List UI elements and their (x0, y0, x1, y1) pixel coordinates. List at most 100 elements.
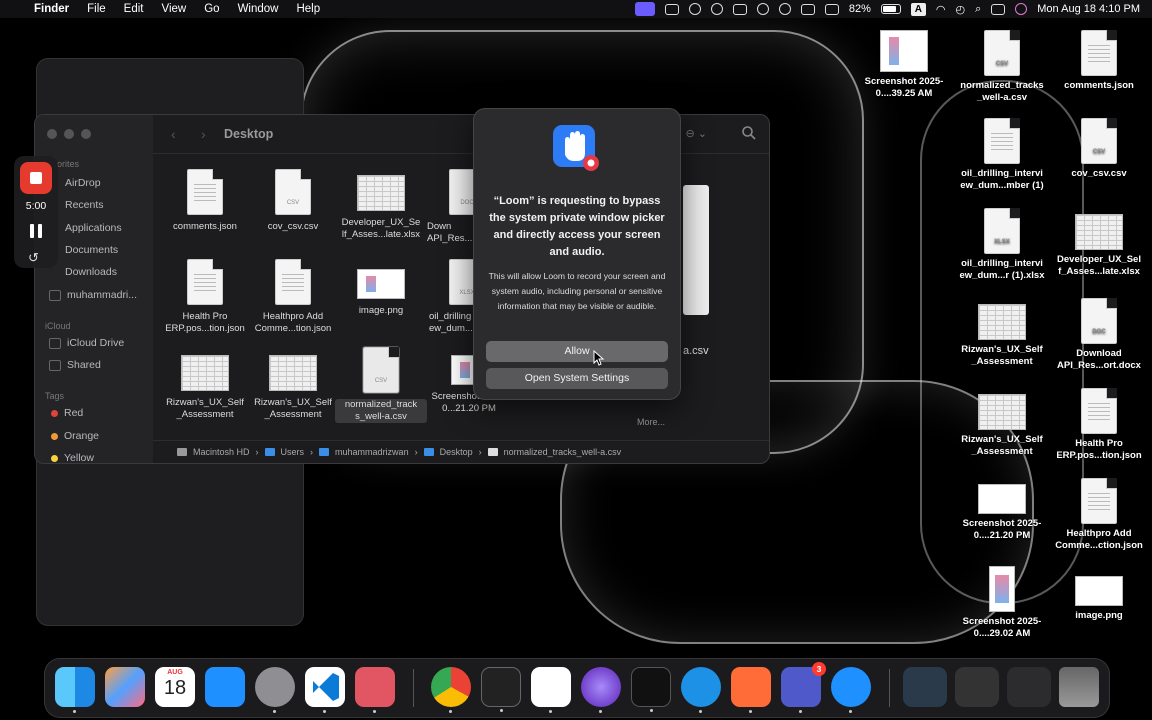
file-item[interactable]: Developer_UX_Se lf_Asses...late.xlsx (335, 175, 427, 241)
search-icon[interactable] (741, 125, 757, 141)
sidebar-item-documents[interactable]: Documents (65, 244, 118, 256)
desktop-icon[interactable]: Screenshot 2025-0....39.25 AM (854, 30, 954, 100)
file-item[interactable]: image.png (335, 269, 427, 317)
file-item[interactable]: Rizwan's_UX_Self _Assessment (159, 355, 251, 421)
launchpad-icon[interactable] (105, 667, 145, 707)
desktop-icon[interactable]: CSV cov_csv.csv (1049, 118, 1149, 180)
sidebar-item-icloud-drive[interactable]: iCloud Drive (49, 337, 124, 349)
vscode-icon[interactable] (305, 667, 345, 713)
minimized-window-thumbnail[interactable] (903, 667, 947, 707)
memory-status-icon[interactable] (824, 3, 839, 15)
menu-clock[interactable]: Mon Aug 18 4:10 PM (1037, 3, 1140, 15)
finder-icon[interactable] (55, 667, 95, 713)
menu-view[interactable]: View (162, 3, 187, 15)
minimized-window-thumbnail[interactable] (955, 667, 999, 707)
chrome-icon[interactable] (431, 667, 471, 713)
chatgpt-icon[interactable] (631, 667, 671, 712)
menu-window[interactable]: Window (238, 3, 279, 15)
input-source[interactable]: A (910, 2, 926, 16)
wifi-icon[interactable]: ◠ (936, 3, 946, 16)
siri-icon[interactable] (1015, 3, 1028, 15)
desktop-icon[interactable]: Rizwan's_UX_Self _Assessment (952, 304, 1052, 368)
open-system-settings-button[interactable]: Open System Settings (486, 368, 668, 389)
sidebar-tag-yellow[interactable]: Yellow (51, 452, 94, 463)
file-item[interactable]: Healthpro Add Comme...tion.json (247, 259, 339, 335)
desktop-icon[interactable]: DOC Download API_Res...ort.docx (1049, 298, 1149, 372)
file-item[interactable]: Rizwan's_UX_Self _Assessment (247, 355, 339, 421)
display-status-icon[interactable] (800, 3, 815, 15)
menu-file[interactable]: File (87, 3, 106, 15)
path-item[interactable]: Users (281, 447, 305, 457)
path-item[interactable]: normalized_tracks_well-a.csv (504, 447, 622, 457)
grid-status-icon[interactable] (664, 3, 679, 15)
desktop-icon[interactable]: comments.json (1049, 30, 1149, 92)
desktop-icon[interactable]: Health Pro ERP.pos...tion.json (1049, 388, 1149, 462)
menu-help[interactable]: Help (296, 3, 320, 15)
teams-icon[interactable]: 3 (781, 662, 826, 713)
desktop-icon[interactable]: CSV normalized_tracks _well-a.csv (952, 30, 1052, 104)
file-item[interactable]: DOC Down API_Res... (417, 169, 485, 245)
app-menu-finder[interactable]: Finder (34, 3, 69, 15)
sidebar-item-shared[interactable]: Shared (49, 359, 101, 371)
sidebar-item-applications[interactable]: Applications (65, 222, 122, 234)
calendar-icon[interactable]: AUG 18 (155, 667, 195, 707)
path-item[interactable]: Desktop (440, 447, 473, 457)
time-machine-icon[interactable]: ◴ (955, 3, 965, 16)
desktop-icon[interactable]: Rizwan's_UX_Self _Assessment (952, 394, 1052, 458)
file-item[interactable]: XLSX oil_drilling ew_dum... (417, 259, 485, 335)
desktop-icon[interactable]: Healthpro Add Comme...ction.json (1049, 478, 1149, 552)
preview-icon[interactable] (355, 667, 395, 713)
sidebar-item-recents[interactable]: Recents (65, 199, 104, 211)
sidebar-item-downloads[interactable]: Downloads (65, 266, 117, 278)
safari-icon[interactable] (831, 667, 871, 713)
cloud-status-icon[interactable] (688, 3, 701, 15)
openai-status-icon[interactable] (710, 3, 723, 15)
menu-go[interactable]: Go (204, 3, 219, 15)
allow-button[interactable]: Allow (486, 341, 668, 362)
docker-icon[interactable] (681, 667, 721, 713)
file-item[interactable]: comments.json (159, 169, 251, 233)
sidebar-item-home[interactable]: muhammadri... (49, 289, 137, 301)
sync-status-icon[interactable] (756, 3, 769, 15)
back-arrow-icon[interactable]: ‹ (171, 126, 176, 142)
desktop-icon[interactable]: Screenshot 2025-0....21.20 PM (952, 484, 1052, 542)
pause-icon[interactable] (30, 224, 42, 238)
path-item[interactable]: Macintosh HD (193, 447, 250, 457)
desktop-icon[interactable]: XLSX oil_drilling_intervi ew_dum...r (1)… (952, 208, 1052, 282)
more-button[interactable]: More... (637, 417, 665, 427)
zoom-window-button[interactable] (81, 129, 91, 139)
loom-icon[interactable] (581, 667, 621, 713)
battery-percent[interactable]: 82% (849, 3, 871, 15)
file-item-selected[interactable]: CSV normalized_track s_well-a.csv (335, 346, 427, 423)
sidebar-tag-orange[interactable]: Orange (51, 430, 99, 442)
record-status-icon[interactable] (778, 3, 791, 15)
loom-status-icon[interactable] (634, 2, 655, 16)
battery-icon[interactable] (880, 4, 901, 14)
desktop-icon[interactable]: oil_drilling_intervi ew_dum...mber (1) (952, 118, 1052, 192)
forward-arrow-icon[interactable]: › (201, 126, 206, 142)
path-item[interactable]: muhammadrizwan (335, 447, 409, 457)
stop-recording-button[interactable] (20, 162, 52, 194)
spotlight-icon[interactable]: ⌕ (975, 3, 981, 16)
menu-edit[interactable]: Edit (124, 3, 144, 15)
control-center-icon[interactable] (991, 3, 1006, 15)
terminal-icon[interactable] (481, 667, 521, 712)
action-menu-icon[interactable]: ⊖ ⌄ (686, 127, 708, 140)
file-item[interactable]: CSV cov_csv.csv (247, 169, 339, 233)
sidebar-item-airdrop[interactable]: AirDrop (65, 177, 101, 189)
minimize-window-button[interactable] (64, 129, 74, 139)
desktop-icon[interactable]: Developer_UX_Sel f_Asses...late.xlsx (1049, 214, 1149, 278)
postman-icon[interactable] (731, 667, 771, 713)
file-item[interactable]: Health Pro ERP.pos...tion.json (159, 259, 251, 335)
restart-icon[interactable]: ↺ (28, 250, 39, 266)
desktop-icon[interactable]: image.png (1049, 576, 1149, 622)
minimized-window-thumbnail[interactable] (1007, 667, 1051, 707)
close-window-button[interactable] (47, 129, 57, 139)
screenshot-status-icon[interactable] (732, 3, 747, 15)
system-settings-icon[interactable] (255, 667, 295, 713)
desktop-icon[interactable]: Screenshot 2025-0....29.02 AM (952, 566, 1052, 640)
slack-icon[interactable] (531, 667, 571, 713)
trash-icon[interactable] (1059, 667, 1099, 707)
app-store-icon[interactable] (205, 667, 245, 707)
sidebar-tag-red[interactable]: Red (51, 407, 83, 419)
